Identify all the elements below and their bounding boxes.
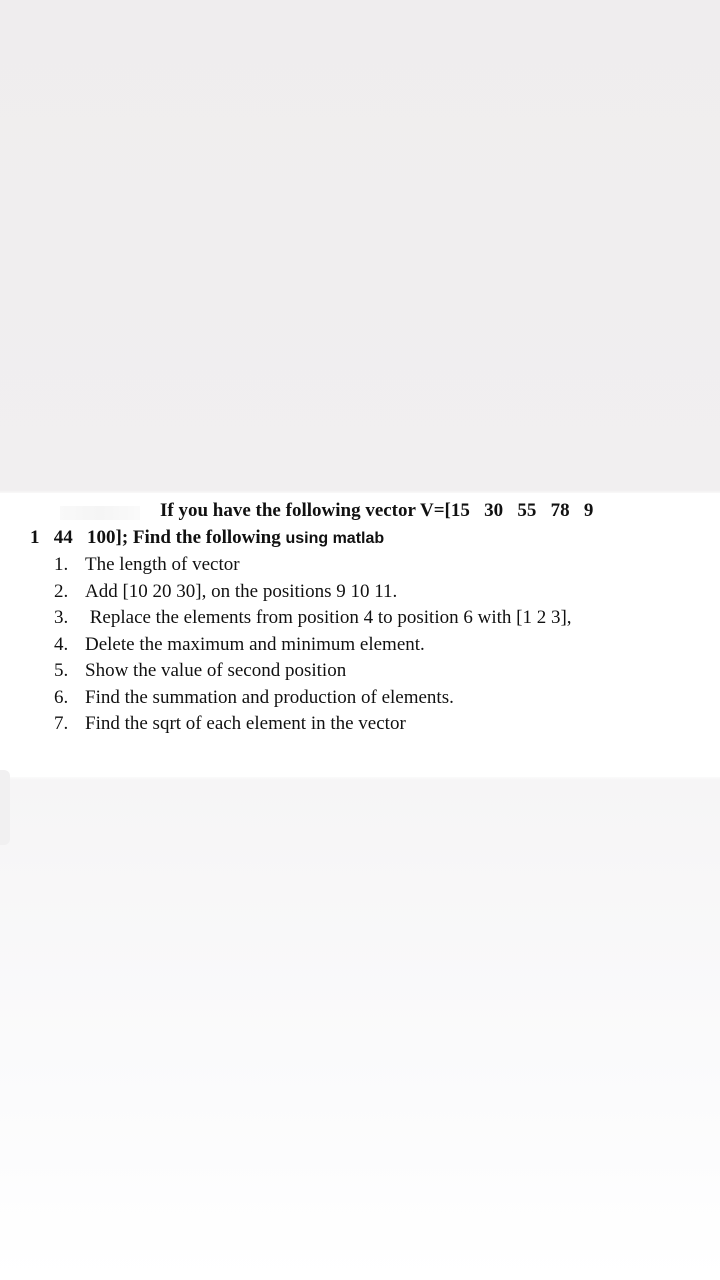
item-number: 3. <box>54 607 69 628</box>
list-item: 3. Replace the elements from position 4 … <box>54 605 572 632</box>
item-number: 7. <box>54 713 69 734</box>
question-intro-line1: If you have the following vector V=[15 3… <box>160 500 594 521</box>
edge-mark <box>0 770 10 845</box>
item-number: 5. <box>54 660 69 681</box>
item-text: Add [10 20 30], on the positions 9 10 11… <box>85 580 398 602</box>
item-text: The length of vector <box>85 554 240 575</box>
intro-line2-suffix: using matlab <box>285 530 385 547</box>
item-text: Show the value of second position <box>85 660 347 681</box>
item-number: 2. <box>54 580 69 602</box>
list-item: 5. Show the value of second position <box>54 658 572 685</box>
list-item: 6. Find the summation and production of e… <box>54 685 572 712</box>
item-text: Find the summation and production of ele… <box>85 686 454 708</box>
list-item: 7. Find the sqrt of each element in the v… <box>54 711 572 738</box>
item-number: 6. <box>54 686 69 708</box>
intro-line2-prefix: 1 44 100]; Find the following <box>30 527 286 548</box>
item-text: Replace the elements from position 4 to … <box>85 607 572 628</box>
list-item: 4. Delete the maximum and minimum element… <box>54 632 572 659</box>
question-intro-line2: 1 44 100]; Find the following using matl… <box>30 527 384 549</box>
task-list: 1. The length of vector 2. Add [10 20 30],… <box>54 552 572 738</box>
item-number: 1. <box>54 554 69 575</box>
item-number: 4. <box>54 633 69 655</box>
scan-smudge <box>60 506 140 520</box>
item-text: Find the sqrt of each element in the vec… <box>85 713 406 734</box>
item-text: Delete the maximum and minimum element. <box>85 633 425 655</box>
list-item: 2. Add [10 20 30], on the positions 9 10 … <box>54 579 572 606</box>
list-item: 1. The length of vector <box>54 552 572 579</box>
